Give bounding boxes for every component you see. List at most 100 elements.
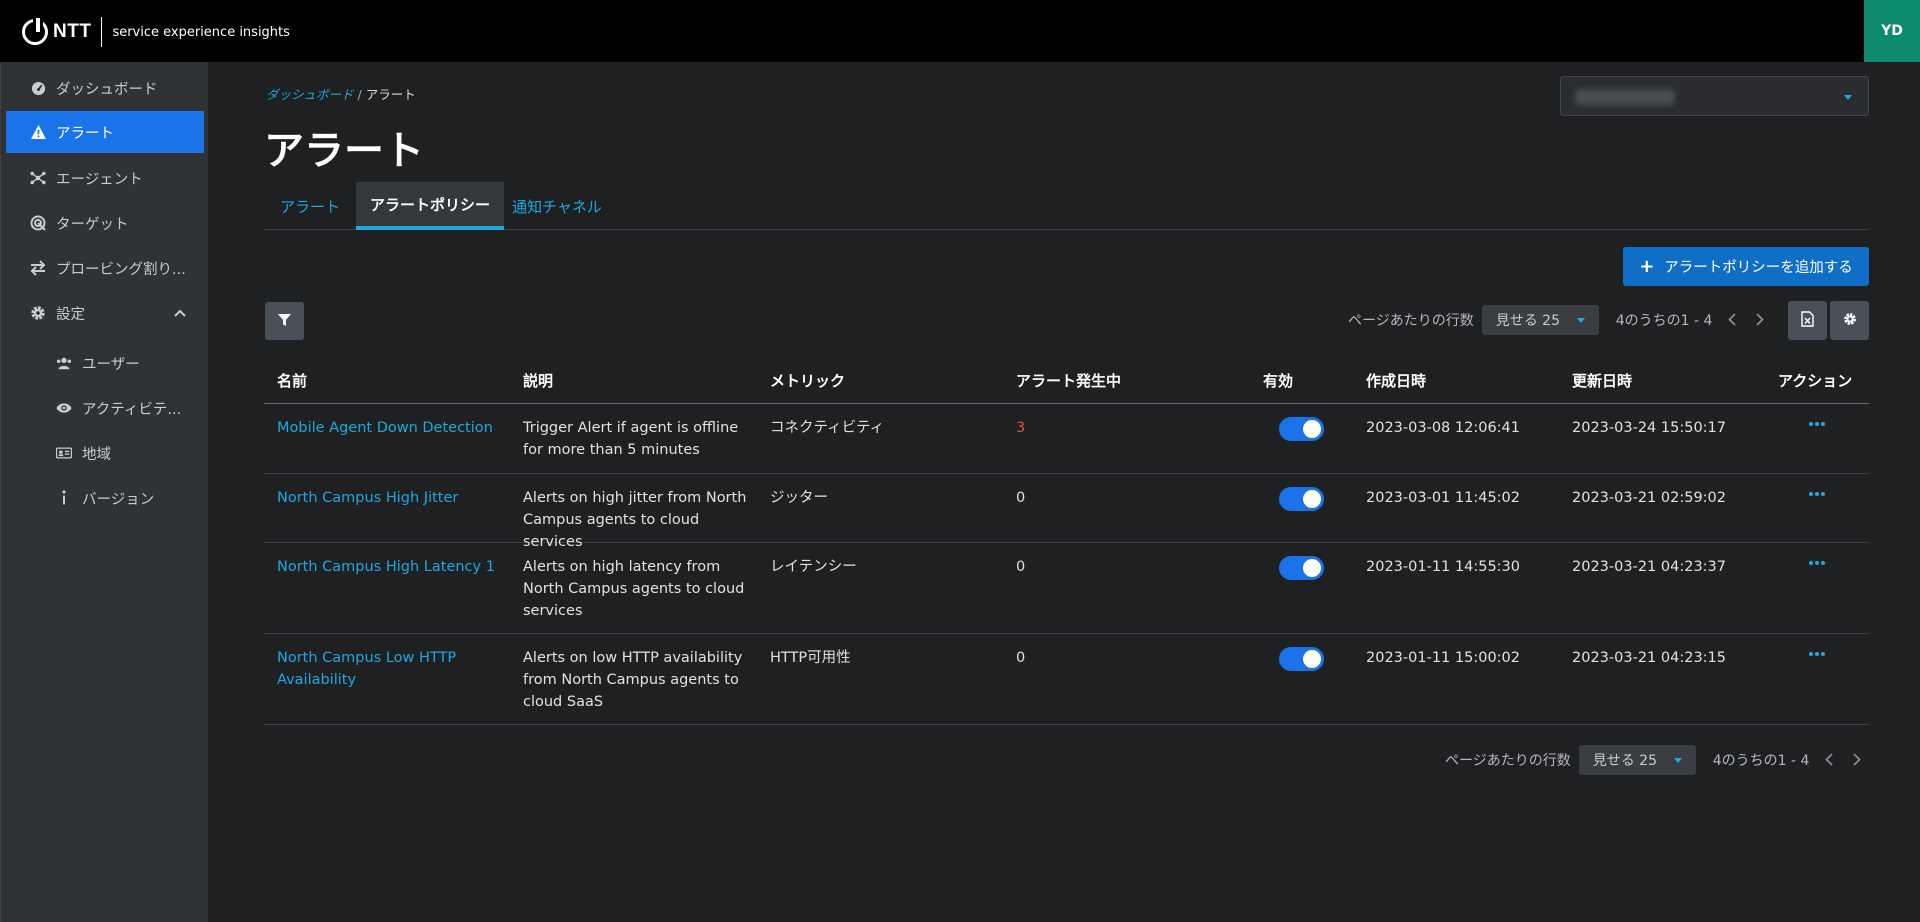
filter-button[interactable] xyxy=(265,302,304,340)
top-bar: NTT service experience insights YD xyxy=(0,0,1920,62)
add-alert-policy-label: アラートポリシーを追加する xyxy=(1664,260,1853,276)
rows-per-page-value: 見せる 25 xyxy=(1592,753,1657,769)
eye-icon xyxy=(56,400,72,416)
column-header-name[interactable]: 名前 xyxy=(277,370,307,391)
warning-icon xyxy=(30,124,46,140)
enabled-toggle[interactable] xyxy=(1279,417,1324,441)
pagination-top: ページあたりの行数 見せる 25 4のうちの1 - 4 xyxy=(1348,305,1765,335)
sidebar-item-dashboard[interactable]: ダッシュボード xyxy=(6,67,204,109)
sidebar-item-version[interactable]: バージョン xyxy=(6,477,204,519)
policy-metric: ジッター xyxy=(770,490,828,506)
column-header-description[interactable]: 説明 xyxy=(523,370,553,391)
more-actions-icon[interactable] xyxy=(1809,561,1825,565)
more-actions-icon[interactable] xyxy=(1809,422,1825,426)
policy-description: Alerts on low HTTP availability from Nor… xyxy=(523,650,743,710)
chevron-left-icon[interactable] xyxy=(1728,310,1737,331)
column-header-actions: アクション xyxy=(1778,372,1853,390)
sidebar-item-alerts[interactable]: アラート xyxy=(6,111,204,153)
updated-date: 2023-03-21 02:59:02 xyxy=(1572,490,1726,506)
breadcrumb: ダッシュボード / アラート xyxy=(266,84,416,103)
gear-icon xyxy=(1843,311,1857,330)
sidebar-item-targets[interactable]: ターゲット xyxy=(6,202,204,244)
tab-alert-policies[interactable]: アラートポリシー xyxy=(356,182,504,230)
updated-date: 2023-03-21 04:23:37 xyxy=(1572,559,1726,575)
breadcrumb-separator: / xyxy=(357,87,362,102)
breadcrumb-link-dashboard[interactable]: ダッシュボード xyxy=(266,87,354,102)
tab-alerts[interactable]: アラート xyxy=(264,182,356,230)
table-row: North Campus Low HTTP Availability Alert… xyxy=(264,634,1869,725)
column-header-created[interactable]: 作成日時 xyxy=(1366,370,1426,391)
rows-per-page-select[interactable]: 見せる 25 xyxy=(1578,745,1696,775)
policy-name-link[interactable]: North Campus High Jitter xyxy=(277,487,458,509)
tab-notification-channels[interactable]: 通知チャネル xyxy=(504,182,610,230)
enabled-toggle[interactable] xyxy=(1279,556,1324,580)
sidebar-item-region[interactable]: 地域 xyxy=(6,432,204,474)
gear-icon xyxy=(30,305,46,321)
swap-icon xyxy=(30,260,46,276)
info-icon xyxy=(56,490,72,506)
user-avatar[interactable]: YD xyxy=(1864,0,1920,62)
more-actions-icon[interactable] xyxy=(1809,652,1825,656)
column-header-active-alerts[interactable]: アラート発生中 xyxy=(1016,370,1121,391)
pagination-range: 4のうちの1 - 4 xyxy=(1615,313,1713,329)
ntt-logo-mark-icon xyxy=(22,18,48,45)
policy-metric: レイテンシー xyxy=(770,559,857,575)
pagination-nav xyxy=(1825,750,1862,771)
rows-per-page-value: 見せる 25 xyxy=(1495,313,1560,329)
table-header: 名前 説明 メトリック アラート発生中 有効 作成日時 更新日時 アクション xyxy=(264,360,1869,404)
more-actions-icon[interactable] xyxy=(1809,492,1825,496)
policy-name-link[interactable]: North Campus High Latency 1 xyxy=(277,556,495,578)
column-header-metric[interactable]: メトリック xyxy=(770,370,845,391)
policy-name-link[interactable]: Mobile Agent Down Detection xyxy=(277,417,493,439)
enabled-toggle[interactable] xyxy=(1279,487,1324,511)
pagination-nav xyxy=(1728,310,1765,331)
sidebar-item-label: ターゲット xyxy=(56,216,129,233)
chevron-up-icon[interactable] xyxy=(174,305,186,321)
sidebar-item-users[interactable]: ユーザー xyxy=(6,342,204,384)
agent-network-icon xyxy=(30,170,46,186)
active-alert-count[interactable]: 3 xyxy=(1016,417,1025,439)
rows-per-page-label: ページあたりの行数 xyxy=(1445,753,1571,769)
sidebar-item-label: アラート xyxy=(56,125,114,142)
created-date: 2023-01-11 14:55:30 xyxy=(1366,559,1520,575)
table-settings-button[interactable] xyxy=(1830,301,1869,340)
column-header-enabled[interactable]: 有効 xyxy=(1263,370,1293,391)
sidebar-item-agents[interactable]: エージェント xyxy=(6,157,204,199)
rows-per-page-label: ページあたりの行数 xyxy=(1348,313,1474,329)
tenant-select[interactable] xyxy=(1560,76,1869,116)
target-icon xyxy=(30,215,46,231)
tenant-name-redacted xyxy=(1575,89,1675,105)
sidebar-item-settings[interactable]: 設定 xyxy=(6,292,204,334)
sidebar-item-probing[interactable]: プロービング割り... xyxy=(6,247,204,289)
sidebar-item-label: ユーザー xyxy=(82,356,140,373)
active-alert-count: 0 xyxy=(1016,490,1026,506)
active-alert-count: 0 xyxy=(1016,559,1026,575)
add-alert-policy-button[interactable]: + アラートポリシーを追加する xyxy=(1623,247,1869,286)
pagination-bottom: ページあたりの行数 見せる 25 4のうちの1 - 4 xyxy=(1445,745,1862,775)
updated-date: 2023-03-21 04:23:15 xyxy=(1572,650,1726,666)
column-header-updated[interactable]: 更新日時 xyxy=(1572,370,1632,391)
sidebar-item-activity[interactable]: アクティビテ... xyxy=(6,387,204,429)
sidebar-item-label: アクティビテ... xyxy=(82,401,182,418)
chevron-right-icon[interactable] xyxy=(1853,750,1862,771)
policy-name-link[interactable]: North Campus Low HTTP Availability xyxy=(277,647,487,691)
sidebar-item-label: 設定 xyxy=(56,306,85,323)
plus-icon: + xyxy=(1639,256,1655,277)
chevron-right-icon[interactable] xyxy=(1756,310,1765,331)
active-alert-count: 0 xyxy=(1016,650,1026,666)
logo-divider xyxy=(101,17,103,47)
created-date: 2023-03-08 12:06:41 xyxy=(1366,420,1520,436)
table-row: North Campus High Latency 1 Alerts on hi… xyxy=(264,543,1869,634)
ntt-logo[interactable]: NTT service experience insights xyxy=(22,17,290,47)
policy-metric: HTTP可用性 xyxy=(770,650,851,666)
export-excel-button[interactable] xyxy=(1788,301,1827,340)
dashboard-icon xyxy=(30,80,46,96)
breadcrumb-current: アラート xyxy=(365,87,416,102)
rows-per-page-select[interactable]: 見せる 25 xyxy=(1481,305,1599,335)
product-name: service experience insights xyxy=(112,24,290,40)
chevron-left-icon[interactable] xyxy=(1825,750,1834,771)
tab-bar: アラート アラートポリシー 通知チャネル xyxy=(264,182,1869,230)
created-date: 2023-03-01 11:45:02 xyxy=(1366,490,1520,506)
pagination-range: 4のうちの1 - 4 xyxy=(1712,753,1810,769)
enabled-toggle[interactable] xyxy=(1279,647,1324,671)
